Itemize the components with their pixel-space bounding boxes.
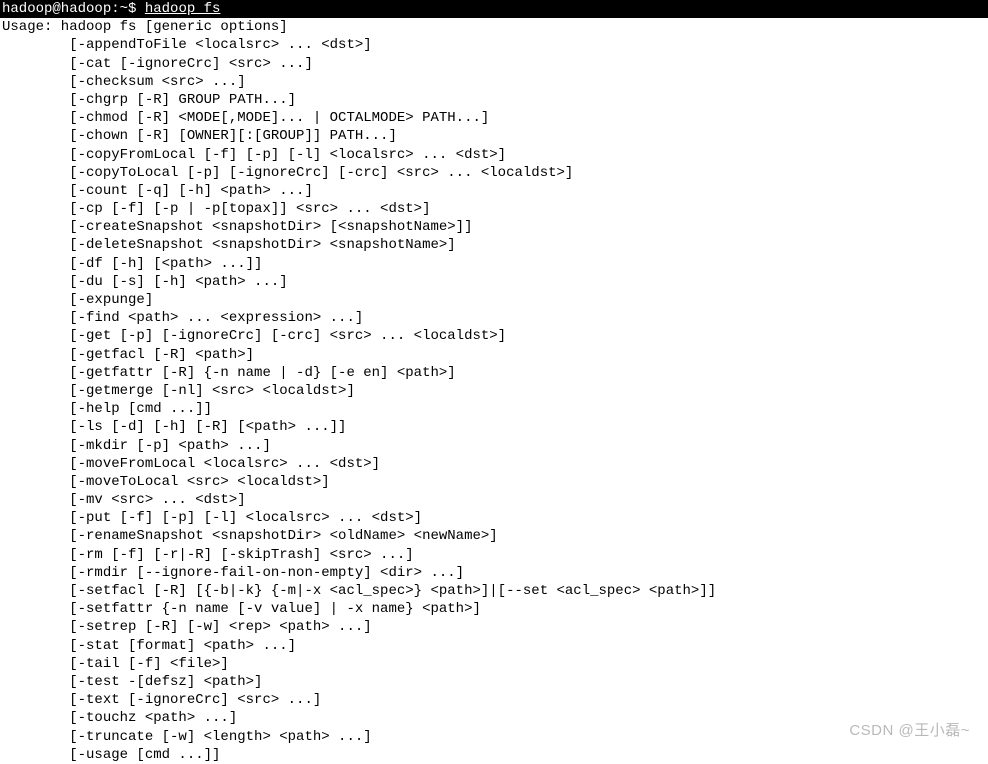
option-line: [-checksum <src> ...]: [0, 73, 988, 91]
option-line: [-moveFromLocal <localsrc> ... <dst>]: [0, 455, 988, 473]
option-line: [-chown [-R] [OWNER][:[GROUP]] PATH...]: [0, 127, 988, 145]
option-line: [-cp [-f] [-p | -p[topax]] <src> ... <ds…: [0, 200, 988, 218]
option-line: [-truncate [-w] <length> <path> ...]: [0, 728, 988, 746]
prompt-user-host: hadoop@hadoop: [2, 1, 111, 17]
usage-line: Usage: hadoop fs [generic options]: [0, 18, 988, 36]
option-line: [-count [-q] [-h] <path> ...]: [0, 182, 988, 200]
prompt-symbol: $: [128, 1, 136, 17]
option-line: [-tail [-f] <file>]: [0, 655, 988, 673]
option-line: [-test -[defsz] <path>]: [0, 673, 988, 691]
option-line: [-help [cmd ...]]: [0, 400, 988, 418]
option-line: [-df [-h] [<path> ...]]: [0, 255, 988, 273]
option-line: [-get [-p] [-ignoreCrc] [-crc] <src> ...…: [0, 327, 988, 345]
option-line: [-rm [-f] [-r|-R] [-skipTrash] <src> ...…: [0, 546, 988, 564]
option-line: [-touchz <path> ...]: [0, 709, 988, 727]
option-line: [-setfacl [-R] [{-b|-k} {-m|-x <acl_spec…: [0, 582, 988, 600]
option-line: [-renameSnapshot <snapshotDir> <oldName>…: [0, 527, 988, 545]
option-line: [-setfattr {-n name [-v value] | -x name…: [0, 600, 988, 618]
options-list: [-appendToFile <localsrc> ... <dst>] [-c…: [0, 36, 988, 764]
option-line: [-moveToLocal <src> <localdst>]: [0, 473, 988, 491]
option-line: [-rmdir [--ignore-fail-on-non-empty] <di…: [0, 564, 988, 582]
option-line: [-du [-s] [-h] <path> ...]: [0, 273, 988, 291]
option-line: [-chgrp [-R] GROUP PATH...]: [0, 91, 988, 109]
option-line: [-ls [-d] [-h] [-R] [<path> ...]]: [0, 418, 988, 436]
option-line: [-copyFromLocal [-f] [-p] [-l] <localsrc…: [0, 146, 988, 164]
option-line: [-setrep [-R] [-w] <rep> <path> ...]: [0, 618, 988, 636]
command-text: hadoop fs: [145, 1, 221, 17]
option-line: [-find <path> ... <expression> ...]: [0, 309, 988, 327]
prompt-path: ~: [120, 1, 128, 17]
option-line: [-cat [-ignoreCrc] <src> ...]: [0, 55, 988, 73]
option-line: [-put [-f] [-p] [-l] <localsrc> ... <dst…: [0, 509, 988, 527]
option-line: [-expunge]: [0, 291, 988, 309]
option-line: [-mkdir [-p] <path> ...]: [0, 437, 988, 455]
terminal-prompt-line[interactable]: hadoop@hadoop:~$ hadoop fs: [0, 0, 988, 18]
option-line: [-getmerge [-nl] <src> <localdst>]: [0, 382, 988, 400]
option-line: [-stat [format] <path> ...]: [0, 637, 988, 655]
option-line: [-getfattr [-R] {-n name | -d} [-e en] <…: [0, 364, 988, 382]
option-line: [-copyToLocal [-p] [-ignoreCrc] [-crc] <…: [0, 164, 988, 182]
option-line: [-appendToFile <localsrc> ... <dst>]: [0, 36, 988, 54]
option-line: [-getfacl [-R] <path>]: [0, 346, 988, 364]
option-line: [-mv <src> ... <dst>]: [0, 491, 988, 509]
option-line: [-text [-ignoreCrc] <src> ...]: [0, 691, 988, 709]
option-line: [-chmod [-R] <MODE[,MODE]... | OCTALMODE…: [0, 109, 988, 127]
option-line: [-usage [cmd ...]]: [0, 746, 988, 764]
option-line: [-deleteSnapshot <snapshotDir> <snapshot…: [0, 236, 988, 254]
option-line: [-createSnapshot <snapshotDir> [<snapsho…: [0, 218, 988, 236]
